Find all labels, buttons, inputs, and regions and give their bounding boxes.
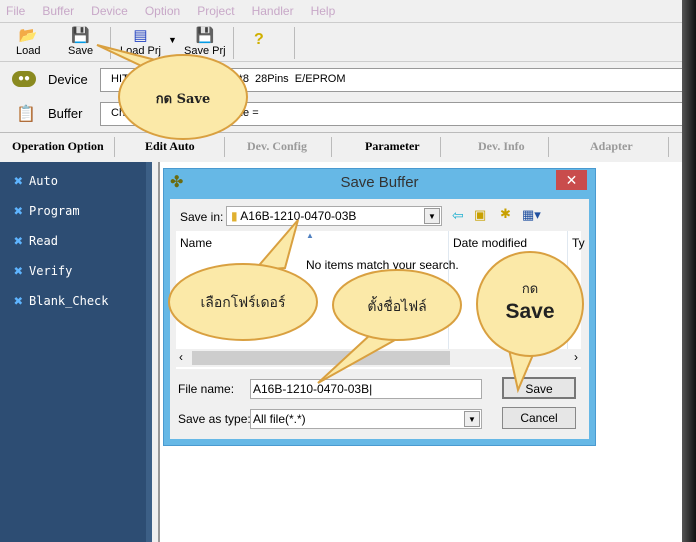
callout-name-file-text: ตั้งชื่อไฟล์	[367, 298, 427, 314]
callout-tail	[317, 333, 398, 384]
callout-select-folder-text: เลือกโฟร์เดอร์	[200, 294, 286, 310]
callout-press-save-text: กด Save	[155, 92, 211, 107]
callout-press-text: กด	[521, 281, 539, 296]
callout-save-text: Save	[505, 300, 555, 323]
callout-shapes	[96, 44, 584, 394]
callout-tail	[252, 219, 299, 272]
